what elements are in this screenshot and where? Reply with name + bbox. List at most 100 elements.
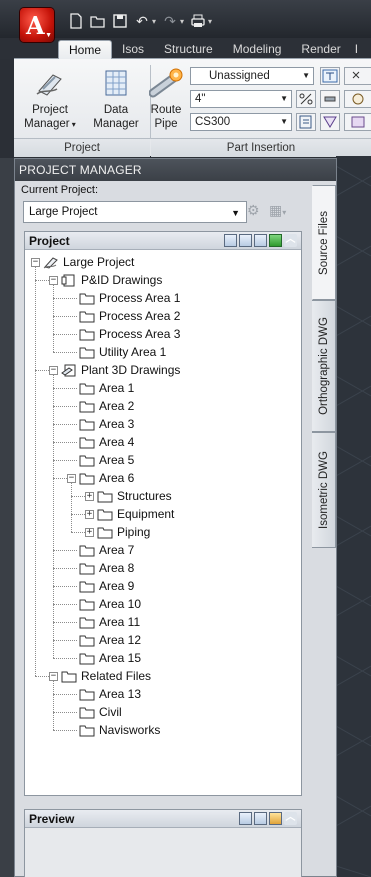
expand-toggle-icon[interactable]: + — [85, 509, 94, 519]
refresh-icon[interactable] — [269, 234, 282, 247]
size-dropdown[interactable]: 4" ▼ — [190, 90, 292, 108]
percent-slope-icon[interactable] — [296, 90, 316, 108]
catalog-icon[interactable] — [296, 113, 316, 131]
collapse-panel-icon[interactable]: ︿ — [284, 812, 297, 825]
tree-node-process-area-3[interactable]: Process Area 3 — [67, 325, 180, 343]
pipe-fitting-icon[interactable] — [320, 90, 340, 108]
data-manager-button[interactable]: Data Manager — [88, 67, 144, 131]
tree-node-piping[interactable]: + Piping — [85, 523, 150, 541]
ribbon-panel-title-part-insertion[interactable]: Part Insertion — [151, 138, 371, 157]
instrument-icon[interactable] — [344, 90, 371, 108]
collapse-panel-icon[interactable]: ︿ — [284, 234, 297, 247]
tab-isos[interactable]: Isos — [112, 40, 154, 59]
folder-icon — [79, 544, 95, 557]
tree-node-area-1[interactable]: Area 1 — [67, 379, 134, 397]
save-icon[interactable] — [112, 13, 128, 29]
tree-node-area-6[interactable]: − Area 6 — [67, 469, 134, 487]
line-number-dropdown[interactable]: Unassigned ▼ — [190, 67, 314, 85]
current-project-dropdown[interactable]: Large Project ▼ — [23, 201, 247, 223]
valve-icon[interactable] — [320, 113, 340, 131]
tree-node-label: P&ID Drawings — [81, 273, 163, 287]
tree-connector — [53, 406, 77, 407]
tree-node-area-15[interactable]: Area 15 — [67, 649, 141, 667]
route-pipe-icon — [149, 68, 183, 98]
folder-icon — [79, 346, 95, 359]
tree-node-pandid-drawings[interactable]: − P&ID Drawings — [49, 271, 162, 289]
route-pipe-button[interactable]: Route Pipe — [146, 67, 186, 131]
plant3d-window: A ▼ ↶ ▾ ↷ ▾ ▾ Home Isos Structure Modeli… — [0, 0, 371, 877]
project-settings-icon[interactable]: ⚙ — [247, 199, 260, 221]
image-icon[interactable] — [269, 812, 282, 825]
palette-title[interactable]: PROJECT MANAGER — [15, 159, 336, 181]
spec-viewer-icon[interactable] — [320, 67, 340, 85]
collapse-toggle-icon[interactable]: − — [67, 473, 76, 483]
project-tools-icon[interactable]: ▦▾ — [269, 199, 303, 221]
chevron-down-icon[interactable]: ▾ — [180, 17, 184, 26]
tree-node-equipment[interactable]: + Equipment — [85, 505, 174, 523]
tree-node-area-10[interactable]: Area 10 — [67, 595, 141, 613]
tab-structure[interactable]: Structure — [154, 40, 223, 59]
project-tree-header-label: Project — [29, 234, 70, 248]
tree-node-label: Area 11 — [99, 615, 141, 629]
tree-node-area-9[interactable]: Area 9 — [67, 577, 134, 595]
expand-toggle-icon[interactable]: + — [85, 491, 94, 501]
folder-icon — [79, 706, 95, 719]
details-view-icon[interactable] — [224, 234, 237, 247]
tree-node-area-13[interactable]: Area 13 — [67, 685, 141, 703]
insert-part-icon[interactable] — [344, 67, 371, 85]
tab-orthographic-dwg[interactable]: Orthographic DWG — [312, 300, 336, 432]
flange-icon[interactable] — [344, 113, 371, 131]
plant-3d-drawings-icon — [61, 364, 77, 377]
customize-qat-icon[interactable]: ▾ — [208, 17, 212, 26]
tab-modeling[interactable]: Modeling — [223, 40, 292, 59]
preview-icon[interactable] — [239, 812, 252, 825]
tab-home[interactable]: Home — [58, 40, 113, 59]
collapse-toggle-icon[interactable]: − — [31, 257, 40, 267]
project-manager-button[interactable]: Project Manager ▾ — [20, 67, 80, 132]
tab-overflow[interactable]: I — [351, 40, 362, 59]
thumbnail-icon[interactable] — [254, 812, 267, 825]
tree-node-utility-area-1[interactable]: Utility Area 1 — [67, 343, 166, 361]
tree-node-area-8[interactable]: Area 8 — [67, 559, 134, 577]
tab-render[interactable]: Render — [291, 40, 350, 59]
tree-node-plant-3d-drawings[interactable]: − Plant 3D Drawings — [49, 361, 180, 379]
tree-node-label: Civil — [99, 705, 122, 719]
new-drawing-icon[interactable] — [239, 234, 252, 247]
tree-node-area-7[interactable]: Area 7 — [67, 541, 134, 559]
ribbon-panel-title-project[interactable]: Project — [14, 138, 150, 157]
tree-node-area-11[interactable]: Area 11 — [67, 613, 140, 631]
collapse-toggle-icon[interactable]: − — [49, 275, 58, 285]
new-file-icon[interactable] — [68, 13, 84, 29]
tree-node-process-area-2[interactable]: Process Area 2 — [67, 307, 180, 325]
spec-dropdown[interactable]: CS300 ▼ — [190, 113, 292, 131]
tree-node-area-4[interactable]: Area 4 — [67, 433, 134, 451]
project-tree[interactable]: − Large Project − P&ID Drawings Process Area… — [25, 251, 301, 795]
tree-connector — [53, 550, 77, 551]
tab-source-files[interactable]: Source Files — [312, 185, 336, 300]
copy-drawing-icon[interactable] — [254, 234, 267, 247]
drawing-viewport[interactable] — [336, 156, 371, 877]
tree-node-large-project[interactable]: − Large Project — [31, 253, 134, 271]
chevron-down-icon[interactable]: ▾ — [152, 17, 156, 26]
tree-node-label: Plant 3D Drawings — [81, 363, 181, 377]
undo-icon[interactable]: ↶ — [134, 13, 150, 29]
palette-title-strip[interactable] — [0, 158, 14, 877]
collapse-toggle-icon[interactable]: − — [49, 671, 58, 681]
expand-toggle-icon[interactable]: + — [85, 527, 94, 537]
tree-node-structures[interactable]: + Structures — [85, 487, 172, 505]
redo-icon[interactable]: ↷ — [162, 13, 178, 29]
collapse-toggle-icon[interactable]: − — [49, 365, 58, 375]
tab-isometric-dwg[interactable]: Isometric DWG — [312, 432, 336, 548]
tree-node-process-area-1[interactable]: Process Area 1 — [67, 289, 180, 307]
tree-node-area-5[interactable]: Area 5 — [67, 451, 134, 469]
application-menu-button[interactable]: A ▼ — [20, 8, 54, 42]
tree-node-area-12[interactable]: Area 12 — [67, 631, 141, 649]
open-folder-icon[interactable] — [90, 13, 106, 29]
tree-node-navisworks[interactable]: Navisworks — [67, 721, 160, 739]
tree-node-area-3[interactable]: Area 3 — [67, 415, 134, 433]
print-icon[interactable] — [190, 13, 206, 29]
tree-node-area-2[interactable]: Area 2 — [67, 397, 134, 415]
tree-connector — [35, 280, 49, 281]
tree-node-related-files[interactable]: − Related Files — [49, 667, 151, 685]
preview-header-label: Preview — [29, 812, 75, 826]
